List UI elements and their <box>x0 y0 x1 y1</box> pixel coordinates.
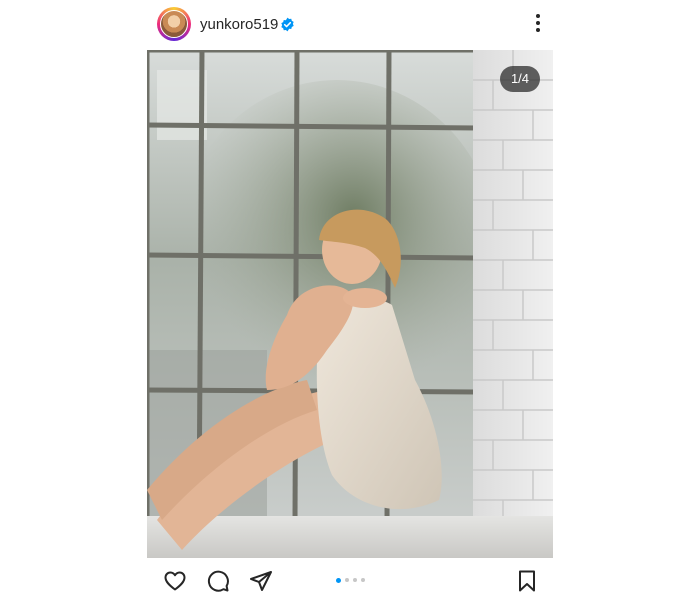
verified-badge-icon <box>281 17 294 32</box>
comment-icon[interactable] <box>206 569 230 593</box>
carousel-dot <box>345 578 349 582</box>
more-options-icon[interactable] <box>535 14 541 34</box>
heart-icon[interactable] <box>163 569 187 593</box>
slide-counter: 1/4 <box>500 66 540 92</box>
carousel-dot <box>353 578 357 582</box>
username[interactable]: yunkoro519 <box>200 16 278 33</box>
carousel-dot <box>361 578 365 582</box>
avatar[interactable] <box>160 10 188 38</box>
post-action-bar <box>147 558 553 600</box>
photo-woman-by-window-image <box>147 50 553 558</box>
post-photo[interactable]: 1/4 <box>147 50 553 558</box>
post-header: yunkoro519 <box>147 0 553 50</box>
bookmark-icon[interactable] <box>515 569 539 593</box>
story-ring[interactable] <box>157 7 191 41</box>
carousel-indicator <box>336 577 365 583</box>
carousel-dot-active <box>336 577 341 583</box>
share-icon[interactable] <box>249 569 273 593</box>
